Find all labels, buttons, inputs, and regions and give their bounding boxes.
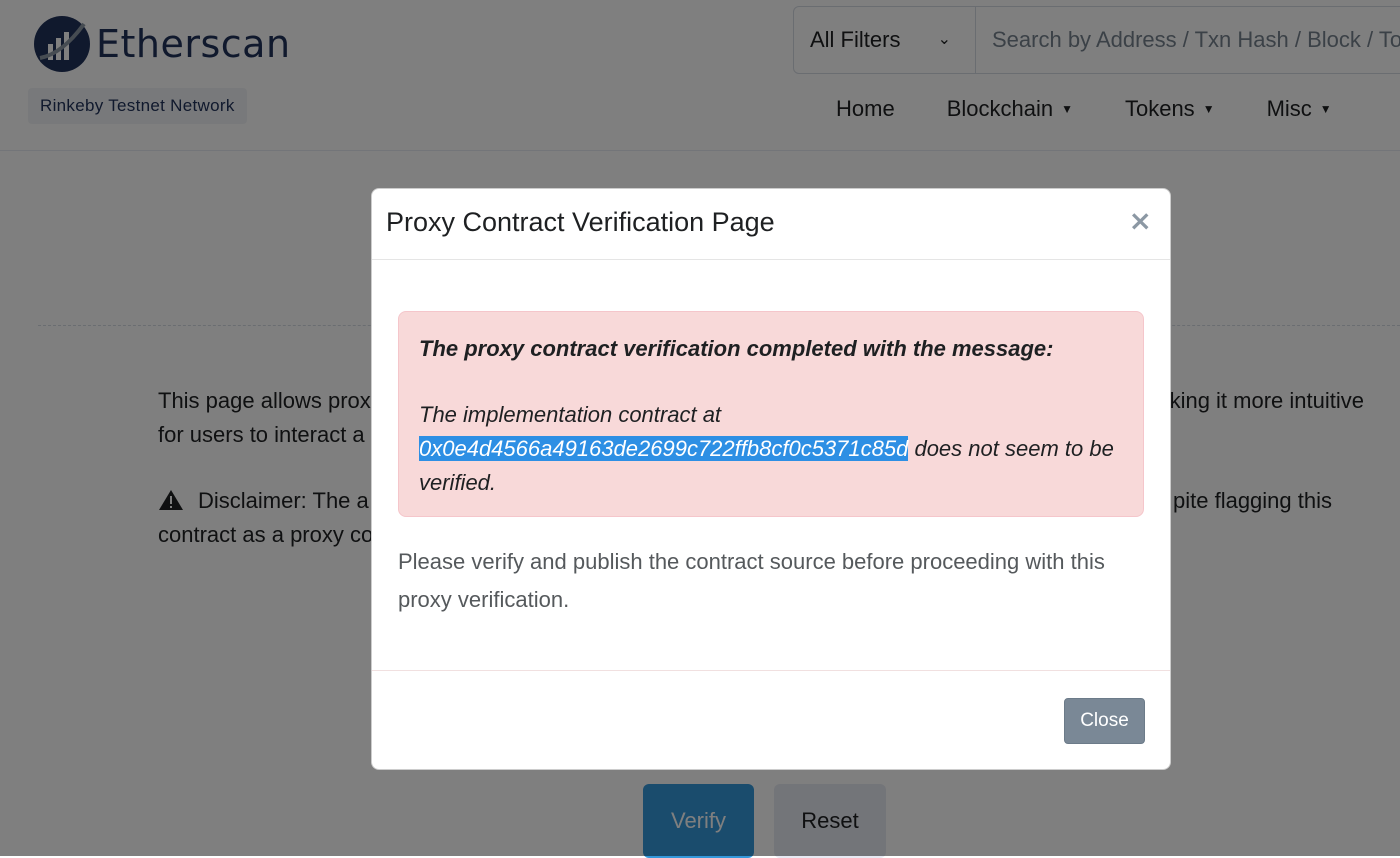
implementation-address[interactable]: 0x0e4d4566a49163de2699c722ffb8cf0c5371c8… bbox=[419, 436, 909, 461]
alert-message-prefix: The implementation contract at bbox=[419, 402, 722, 427]
close-icon[interactable]: × bbox=[1123, 203, 1158, 238]
close-button[interactable]: Close bbox=[1064, 698, 1145, 744]
proxy-verification-modal: Proxy Contract Verification Page × The p… bbox=[371, 188, 1171, 770]
modal-body-text: Please verify and publish the contract s… bbox=[398, 549, 1105, 612]
modal-footer-divider bbox=[372, 670, 1170, 671]
alert-title: The proxy contract verification complete… bbox=[419, 336, 1054, 361]
modal-header: Proxy Contract Verification Page × bbox=[372, 189, 1170, 260]
alert-message: The implementation contract at 0x0e4d456… bbox=[419, 398, 1123, 500]
modal-title: Proxy Contract Verification Page bbox=[386, 207, 775, 237]
verification-result-alert: The proxy contract verification complete… bbox=[398, 311, 1144, 517]
